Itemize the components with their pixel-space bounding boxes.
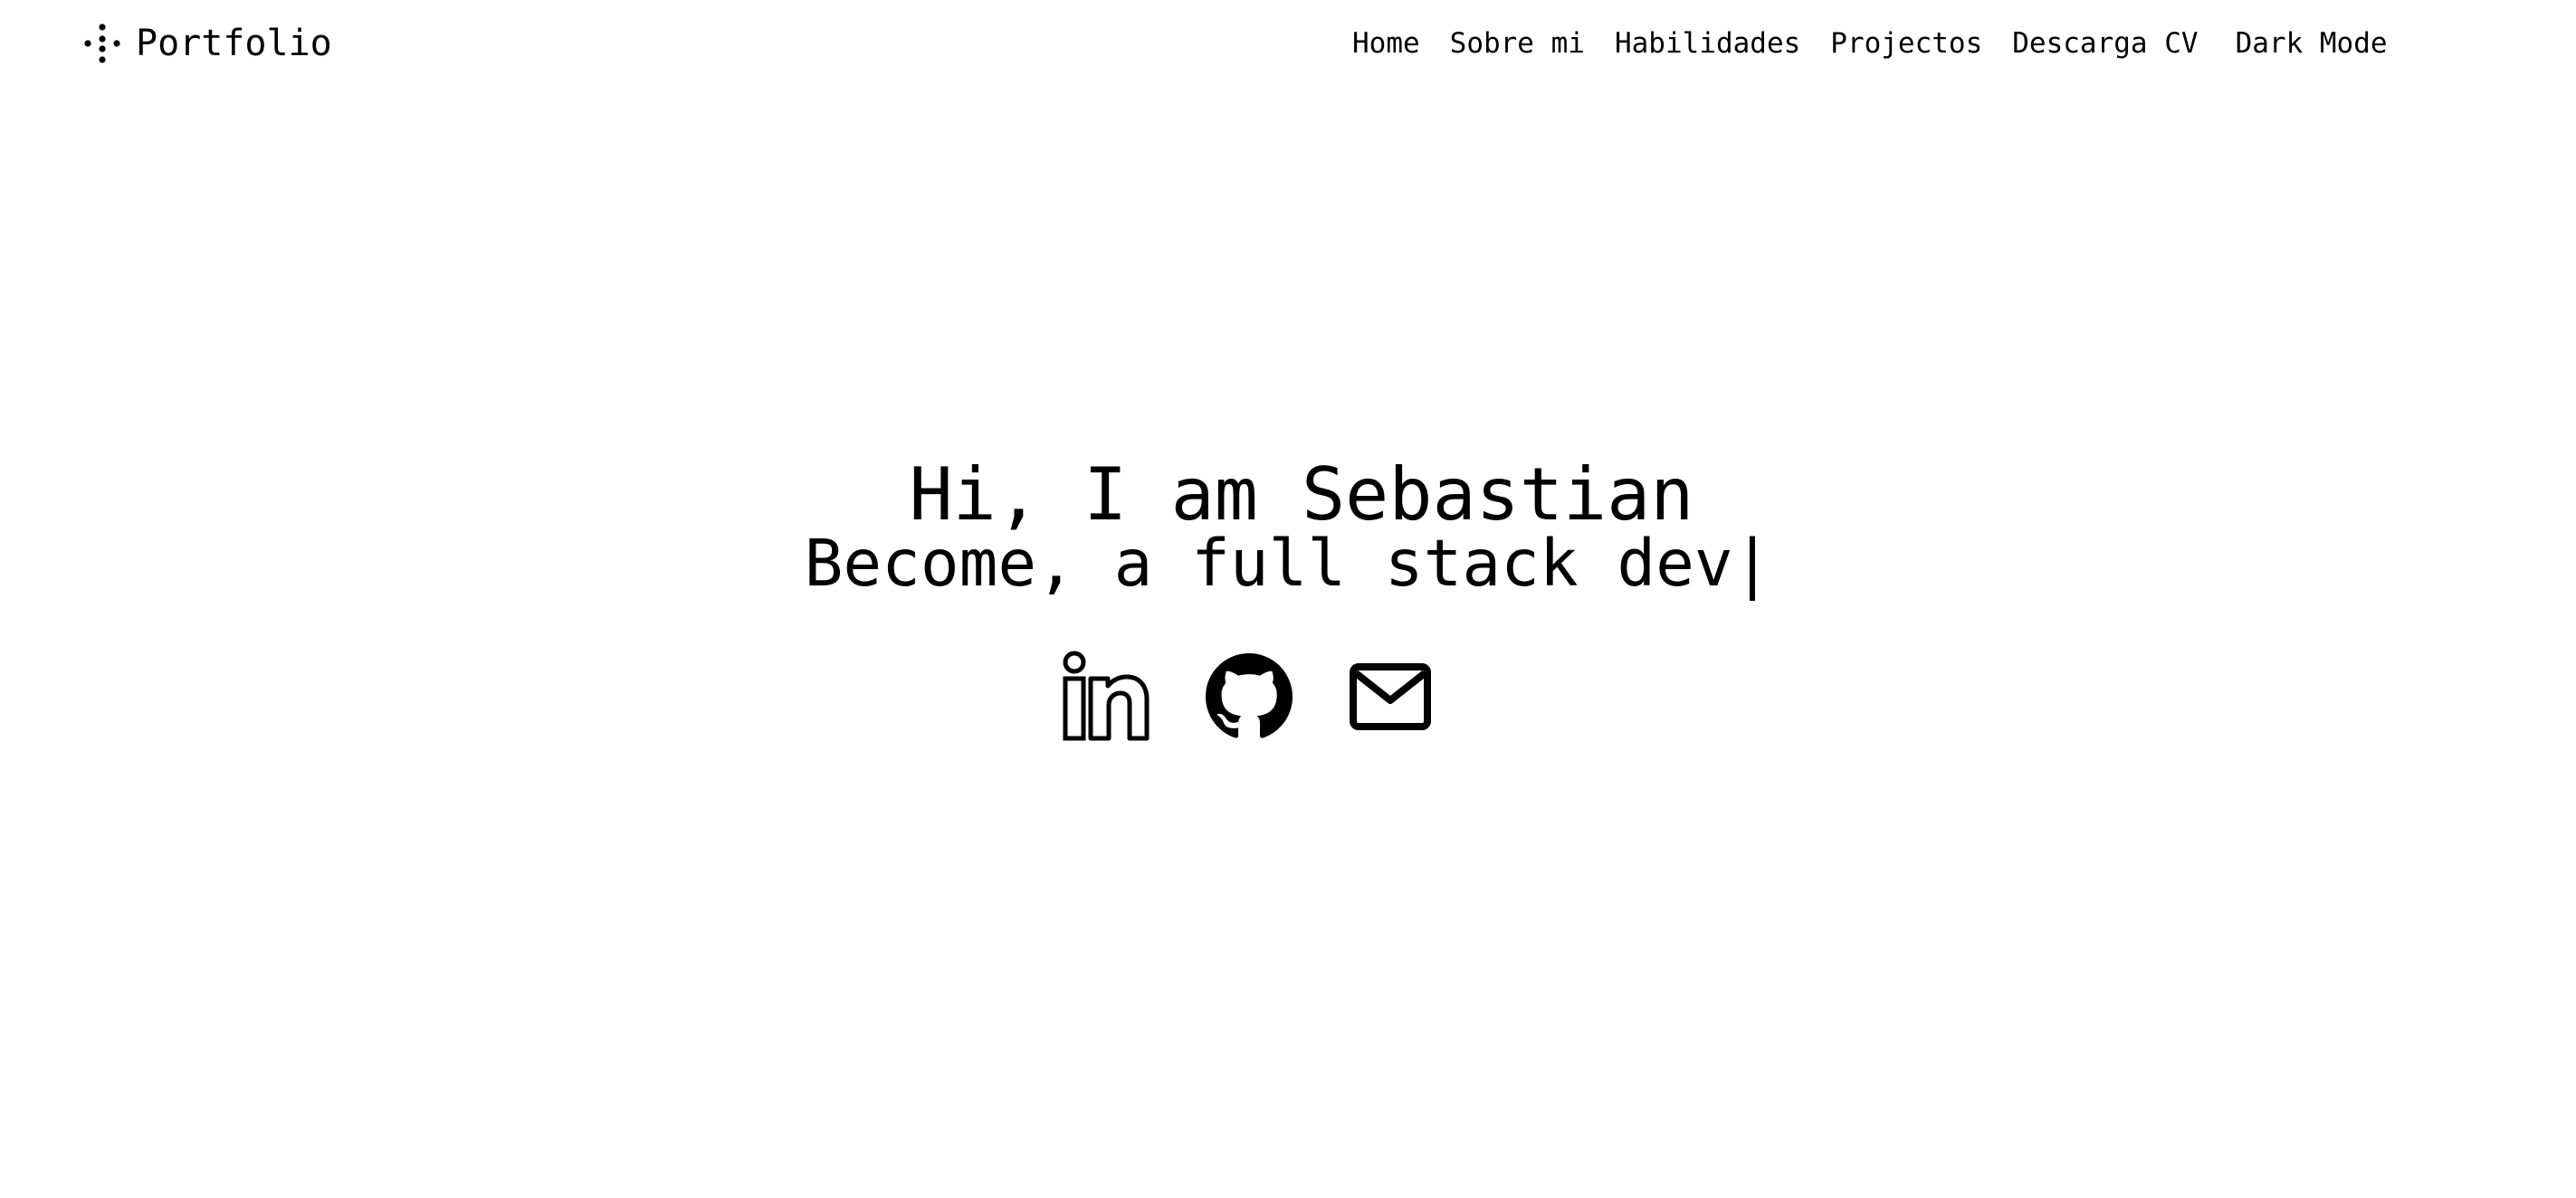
main-nav: Home Sobre mi Habilidades Projectos Desc… (1352, 22, 2388, 65)
hero-typing-subtitle: Become, a full stack dev| (804, 526, 1772, 601)
linkedin-link[interactable] (1057, 650, 1151, 744)
mail-icon (1350, 663, 1431, 730)
download-cv-link[interactable]: Descarga CV (2012, 22, 2198, 65)
nav-item-habilidades[interactable]: Habilidades (1615, 22, 1800, 65)
github-link[interactable] (1206, 653, 1293, 740)
dots-icon (81, 23, 123, 64)
nav-item-home[interactable]: Home (1352, 22, 1420, 65)
hero-title: Hi, I am Sebastian (909, 452, 1694, 537)
social-links (1057, 650, 1432, 744)
dark-mode-toggle[interactable]: Dark Mode (2236, 22, 2388, 65)
brand-label: Portfolio (136, 23, 332, 64)
site-header: Portfolio Home Sobre mi Habilidades Proj… (0, 0, 2576, 87)
email-link[interactable] (1349, 662, 1432, 731)
brand-link[interactable]: Portfolio (81, 20, 332, 67)
nav-item-projectos[interactable]: Projectos (1830, 22, 1982, 65)
nav-item-sobre-mi[interactable]: Sobre mi (1450, 22, 1585, 65)
linkedin-icon (1063, 651, 1150, 741)
github-icon (1206, 653, 1293, 738)
hero-section: Hi, I am Sebastian Become, a full stack … (0, 452, 2576, 601)
